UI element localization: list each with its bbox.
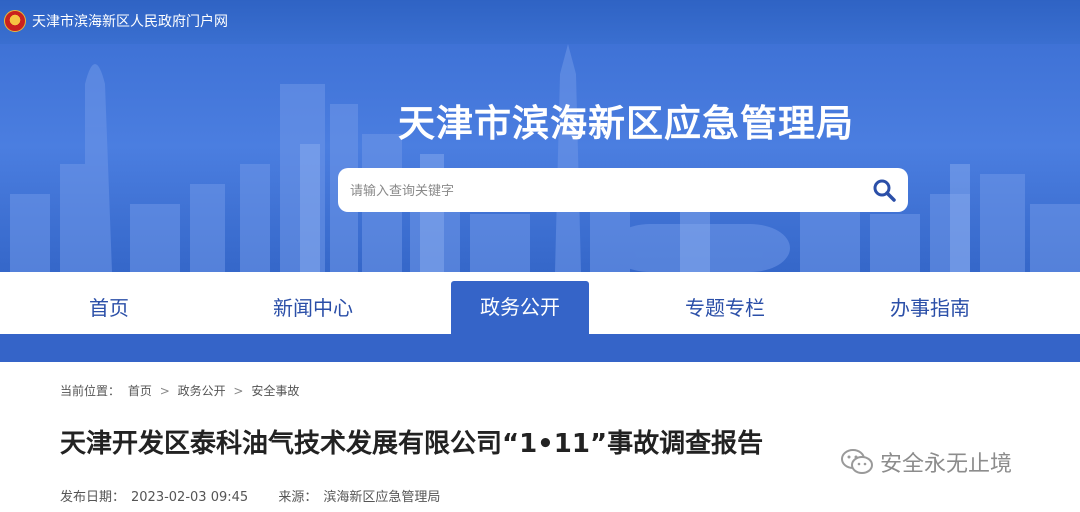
nav-item-special-topics[interactable]: 专题专栏: [656, 282, 794, 334]
breadcrumb: 当前位置： 首页 > 政务公开 > 安全事故: [60, 382, 303, 399]
account-watermark: 安全永无止境: [840, 446, 1012, 478]
search-icon: [873, 179, 896, 202]
article-title: 天津开发区泰科油气技术发展有限公司“1•11”事故调查报告: [60, 429, 764, 459]
nav-underline-strip: [0, 334, 1080, 362]
national-emblem-icon: [4, 10, 26, 32]
nav-item-news-center[interactable]: 新闻中心: [244, 282, 382, 334]
article-area: 当前位置： 首页 > 政务公开 > 安全事故 天津开发区泰科油气技术发展有限公司…: [0, 362, 1080, 512]
source-label: 来源：: [278, 490, 318, 505]
breadcrumb-item-safety-accidents[interactable]: 安全事故: [251, 384, 299, 398]
wechat-icon: [841, 449, 873, 474]
breadcrumb-item-government-affairs[interactable]: 政务公开: [178, 384, 226, 398]
watermark-text: 安全永无止境: [880, 452, 1013, 477]
breadcrumb-prefix: 当前位置：: [60, 384, 121, 398]
site-title: 天津市滨海新区应急管理局: [398, 102, 854, 145]
search-input[interactable]: [348, 168, 852, 214]
publish-date-label: 发布日期：: [60, 490, 126, 505]
breadcrumb-separator: >: [233, 384, 244, 398]
city-skyline-illustration: [10, 44, 1080, 272]
search-button[interactable]: [866, 172, 902, 208]
source-value: 滨海新区应急管理局: [323, 490, 441, 505]
portal-header-bar: 天津市滨海新区人民政府门户网: [0, 0, 1080, 44]
nav-item-service-guide[interactable]: 办事指南: [861, 282, 999, 334]
portal-name-link[interactable]: 天津市滨海新区人民政府门户网: [32, 12, 228, 32]
breadcrumb-item-home[interactable]: 首页: [128, 384, 152, 398]
nav-item-home[interactable]: 首页: [40, 282, 178, 334]
nav-item-government-affairs[interactable]: 政务公开: [451, 281, 589, 334]
search-box: [338, 168, 908, 214]
publish-date: 2023-02-03 09:45: [131, 490, 249, 505]
breadcrumb-separator: >: [159, 384, 170, 398]
article-meta: 发布日期： 2023-02-03 09:45 来源： 滨海新区应急管理局: [60, 486, 446, 505]
main-nav: 首页 新闻中心 政务公开 专题专栏 办事指南: [0, 272, 1080, 334]
banner: 天津市滨海新区应急管理局: [0, 44, 1080, 272]
